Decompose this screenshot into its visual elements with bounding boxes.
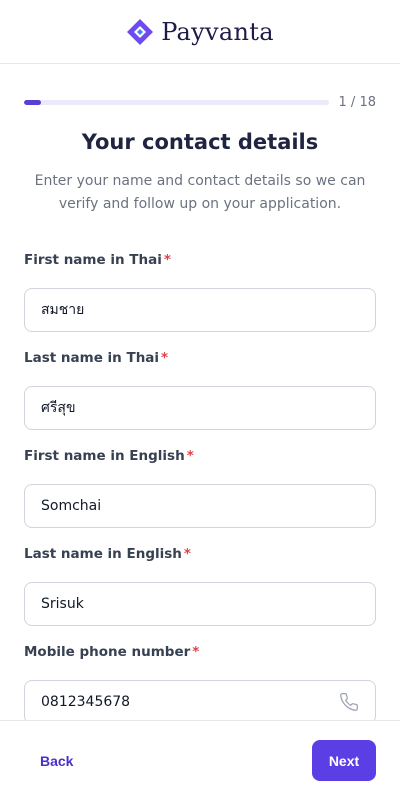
- mobile-phone-field: Mobile phone number * 0812345678: [24, 642, 376, 724]
- field-label-text: Mobile phone number: [24, 644, 191, 660]
- field-label: First name in Thai *: [24, 250, 376, 270]
- input-value: 0812345678: [41, 694, 131, 710]
- footer-bar: Back Next: [0, 720, 400, 796]
- last-name-english-field: Last name in English * Srisuk: [24, 544, 376, 626]
- last-name-thai-field: Last name in Thai * ศรีสุข: [24, 348, 376, 430]
- input-value: Somchai: [41, 498, 102, 514]
- mobile-phone-input[interactable]: 0812345678: [24, 680, 376, 724]
- field-label: Last name in English *: [24, 544, 376, 564]
- page-title: Your contact details: [81, 130, 319, 154]
- field-label-text: First name in English: [24, 448, 185, 464]
- progress-track: [24, 99, 329, 105]
- back-button[interactable]: Back: [28, 741, 85, 781]
- progress-step-count: 1 / 18: [338, 94, 376, 110]
- last-name-english-input[interactable]: Srisuk: [24, 582, 376, 626]
- last-name-thai-input[interactable]: ศรีสุข: [24, 386, 376, 430]
- required-marker: *: [186, 448, 194, 464]
- required-marker: *: [161, 350, 169, 366]
- brand-logo: Payvanta: [126, 18, 274, 46]
- field-label: First name in English *: [24, 446, 376, 466]
- phone-icon: [340, 693, 358, 711]
- required-marker: *: [183, 546, 191, 562]
- brand-name: Payvanta: [161, 17, 274, 46]
- progress-fill: [24, 99, 41, 105]
- field-label-text: Last name in Thai: [24, 350, 160, 366]
- first-name-thai-field: First name in Thai * สมชาย: [24, 250, 376, 332]
- subtitle-line-2: verify and follow up on your application…: [58, 196, 342, 212]
- field-label-text: Last name in English: [24, 546, 182, 562]
- input-value: สมชาย: [41, 302, 85, 318]
- app-header: Payvanta: [0, 0, 400, 64]
- first-name-thai-input[interactable]: สมชาย: [24, 288, 376, 332]
- progress-indicator: 1 / 18: [24, 93, 376, 111]
- required-marker: *: [192, 644, 200, 660]
- page-subtitle: Enter your name and contact details so w…: [30, 170, 370, 216]
- subtitle-line-1: Enter your name and contact details so w…: [34, 173, 366, 189]
- input-value: Srisuk: [41, 596, 84, 612]
- input-value: ศรีสุข: [41, 400, 76, 416]
- required-marker: *: [163, 252, 171, 268]
- first-name-english-input[interactable]: Somchai: [24, 484, 376, 528]
- field-label: Mobile phone number *: [24, 642, 376, 662]
- field-label: Last name in Thai *: [24, 348, 376, 368]
- next-button[interactable]: Next: [312, 740, 376, 781]
- field-label-text: First name in Thai: [24, 252, 162, 268]
- first-name-english-field: First name in English * Somchai: [24, 446, 376, 528]
- diamond-logo-icon: [127, 18, 154, 45]
